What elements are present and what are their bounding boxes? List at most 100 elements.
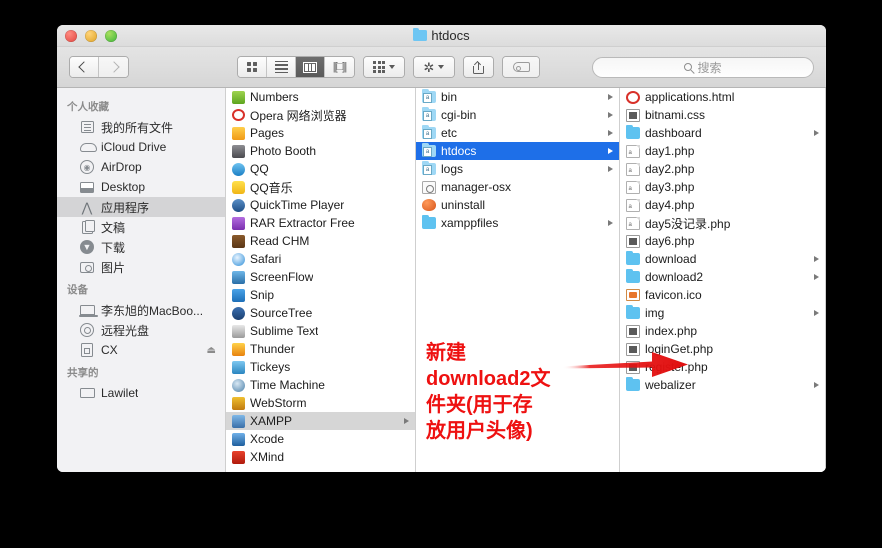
column-row[interactable]: day6.php — [620, 232, 825, 250]
arrange-button[interactable] — [363, 56, 405, 78]
file-name-label: QQ音乐 — [250, 180, 293, 195]
file-name-label: QuickTime Player — [250, 198, 345, 212]
coverflow-view-button[interactable]: |[□]| — [325, 57, 354, 77]
column-row[interactable]: Tickeys — [226, 358, 415, 376]
file-name-label: day3.php — [645, 180, 695, 194]
sidebar-item-lawilet[interactable]: Lawilet — [57, 383, 225, 403]
edit-tags-button[interactable] — [502, 56, 540, 78]
column-view-button[interactable] — [296, 57, 325, 77]
file-name-label: xamppfiles — [441, 216, 499, 230]
documents-icon — [79, 219, 95, 234]
column-row[interactable]: Thunder — [226, 340, 415, 358]
app-sourcetree — [232, 306, 245, 320]
file-name-label: Pages — [250, 126, 285, 140]
php-file-icon — [626, 144, 640, 158]
window-titlebar: htdocs — [57, 25, 826, 47]
column-row[interactable]: day5没记录.php — [620, 214, 825, 232]
column-row[interactable]: day1.php — [620, 142, 825, 160]
file-name-label: loginGet.php — [645, 342, 714, 356]
app-screenflow — [232, 270, 245, 284]
sidebar-item-label: iCloud Drive — [101, 140, 167, 154]
airdrop-icon: ◉ — [79, 160, 95, 174]
sidebar-item-下载[interactable]: ▼ 下载 — [57, 237, 225, 257]
disclosure-triangle-icon — [608, 166, 613, 172]
column-row[interactable]: day3.php — [620, 178, 825, 196]
app-qq — [232, 162, 245, 176]
column-row[interactable]: Numbers — [226, 88, 415, 106]
column-row[interactable]: WebStorm — [226, 394, 415, 412]
column-row[interactable]: dashboard — [620, 124, 825, 142]
file-name-label: Numbers — [250, 90, 299, 104]
icon-view-button[interactable] — [238, 57, 267, 77]
column-row[interactable]: manager-osx — [416, 178, 619, 196]
column-row[interactable]: bin — [416, 88, 619, 106]
column-row[interactable]: Photo Booth — [226, 142, 415, 160]
column-row[interactable]: download2 — [620, 268, 825, 286]
column-row[interactable]: download — [620, 250, 825, 268]
php-file-icon — [626, 360, 640, 374]
list-view-button[interactable] — [267, 57, 296, 77]
folder-alias-icon — [422, 124, 436, 139]
column-row[interactable]: ScreenFlow — [226, 268, 415, 286]
view-mode-buttons: |[□]| — [237, 56, 355, 78]
eject-icon[interactable]: ⏏ — [207, 345, 216, 356]
sidebar-item-图片[interactable]: 图片 — [57, 257, 225, 277]
column-row[interactable]: logs — [416, 160, 619, 178]
column-row[interactable]: Safari — [226, 250, 415, 268]
folder-alias-icon — [422, 142, 436, 157]
gear-icon: ✲ — [423, 59, 435, 75]
sidebar-item-airdrop[interactable]: ◉ AirDrop — [57, 157, 225, 177]
column-row[interactable]: QuickTime Player — [226, 196, 415, 214]
sidebar-item-远程光盘[interactable]: 远程光盘 — [57, 320, 225, 340]
share-button[interactable] — [463, 56, 494, 78]
column-row[interactable]: index.php — [620, 322, 825, 340]
sidebar-item-cx[interactable]: CX ⏏ — [57, 340, 225, 360]
column-row[interactable]: SourceTree — [226, 304, 415, 322]
php-file-icon — [626, 234, 640, 248]
sidebar-item-label: 图片 — [101, 260, 126, 275]
back-button[interactable] — [70, 57, 99, 77]
all-files-icon-shape — [80, 121, 94, 133]
sidebar-item-icloud-drive[interactable]: iCloud Drive — [57, 137, 225, 157]
column-row[interactable]: xamppfiles — [416, 214, 619, 232]
sidebar-item-文稿[interactable]: 文稿 — [57, 217, 225, 237]
column-row[interactable]: loginGet.php — [620, 340, 825, 358]
app-quicktime — [232, 198, 245, 212]
column-row[interactable]: Sublime Text — [226, 322, 415, 340]
column-row[interactable]: bitnami.css — [620, 106, 825, 124]
forward-button[interactable] — [99, 57, 128, 77]
sidebar-item-desktop[interactable]: Desktop — [57, 177, 225, 197]
column-row[interactable]: webalizer — [620, 376, 825, 394]
column-row[interactable]: QQ — [226, 160, 415, 178]
shared-computer-icon — [79, 386, 95, 400]
column-row[interactable]: Read CHM — [226, 232, 415, 250]
column-row[interactable]: htdocs — [416, 142, 619, 160]
column-row[interactable]: QQ音乐 — [226, 178, 415, 196]
column-row[interactable]: RAR Extractor Free — [226, 214, 415, 232]
disclosure-triangle-icon — [814, 382, 819, 388]
column-row[interactable]: Xcode — [226, 430, 415, 448]
column-row[interactable]: register.php — [620, 358, 825, 376]
column-row[interactable]: Opera 网络浏览器 — [226, 106, 415, 124]
column-row[interactable]: XAMPP — [226, 412, 415, 430]
sidebar-item-label: 我的所有文件 — [101, 120, 174, 135]
column-row[interactable]: day4.php — [620, 196, 825, 214]
column-row[interactable]: etc — [416, 124, 619, 142]
column-row[interactable]: XMind — [226, 448, 415, 466]
column-row[interactable]: day2.php — [620, 160, 825, 178]
sidebar-item-我的所有文件[interactable]: 我的所有文件 — [57, 117, 225, 137]
search-input[interactable]: 搜索 — [592, 56, 814, 78]
column-row[interactable]: Time Machine — [226, 376, 415, 394]
column-row[interactable]: cgi-bin — [416, 106, 619, 124]
column-row[interactable]: Snip — [226, 286, 415, 304]
column-row[interactable]: Pages — [226, 124, 415, 142]
sidebar-item-李东旭的macboo...[interactable]: 李东旭的MacBoo... — [57, 300, 225, 320]
column-row[interactable]: applications.html — [620, 88, 825, 106]
column-row[interactable]: img — [620, 304, 825, 322]
remote-disc-icon — [79, 323, 95, 337]
grid-icon — [247, 62, 257, 72]
sidebar-item-应用程序[interactable]: ⋀ 应用程序 — [57, 197, 225, 217]
action-menu-button[interactable]: ✲ — [413, 56, 455, 78]
column-row[interactable]: uninstall — [416, 196, 619, 214]
column-row[interactable]: favicon.ico — [620, 286, 825, 304]
